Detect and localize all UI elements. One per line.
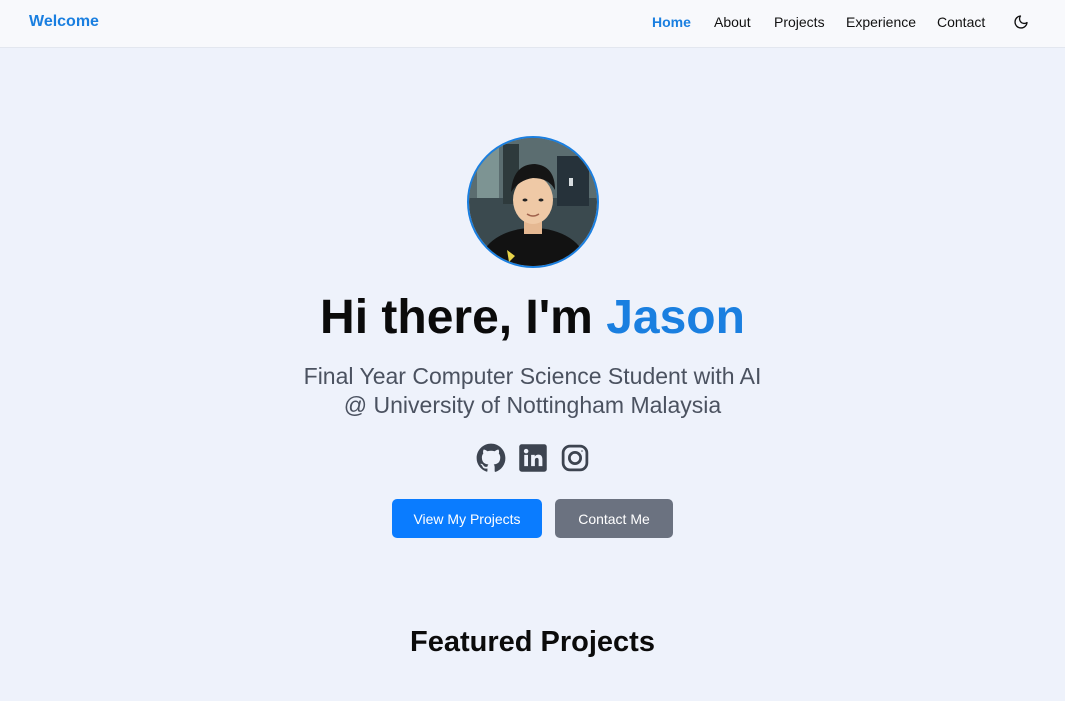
profile-photo — [469, 138, 597, 266]
instagram-link[interactable] — [560, 443, 590, 473]
linkedin-icon — [519, 444, 547, 472]
nav-contact[interactable]: Contact — [937, 14, 985, 30]
avatar — [467, 136, 599, 268]
moon-icon — [1014, 15, 1028, 29]
instagram-icon — [561, 444, 589, 472]
top-navbar: Welcome Home About Projects Experience C… — [0, 0, 1065, 48]
hero-title: Hi there, I'm Jason — [0, 290, 1065, 345]
theme-toggle-button[interactable] — [1011, 12, 1031, 32]
contact-me-button[interactable]: Contact Me — [555, 499, 673, 538]
nav-links: Home About Projects Experience Contact — [0, 14, 1065, 34]
hero-subtitle-line1: Final Year Computer Science Student with… — [303, 363, 762, 389]
view-projects-button[interactable]: View My Projects — [392, 499, 542, 538]
hero-title-name: Jason — [606, 291, 745, 344]
github-icon — [476, 443, 506, 472]
featured-projects-heading: Featured Projects — [410, 626, 655, 658]
nav-about[interactable]: About — [714, 14, 751, 30]
nav-experience[interactable]: Experience — [846, 14, 916, 30]
nav-home[interactable]: Home — [652, 14, 691, 30]
linkedin-link[interactable] — [518, 443, 548, 473]
nav-projects[interactable]: Projects — [774, 14, 825, 30]
hero-subtitle-line2: @ University of Nottingham Malaysia — [343, 392, 722, 418]
github-link[interactable] — [476, 443, 506, 473]
hero-title-prefix: Hi there, I'm — [320, 291, 607, 344]
